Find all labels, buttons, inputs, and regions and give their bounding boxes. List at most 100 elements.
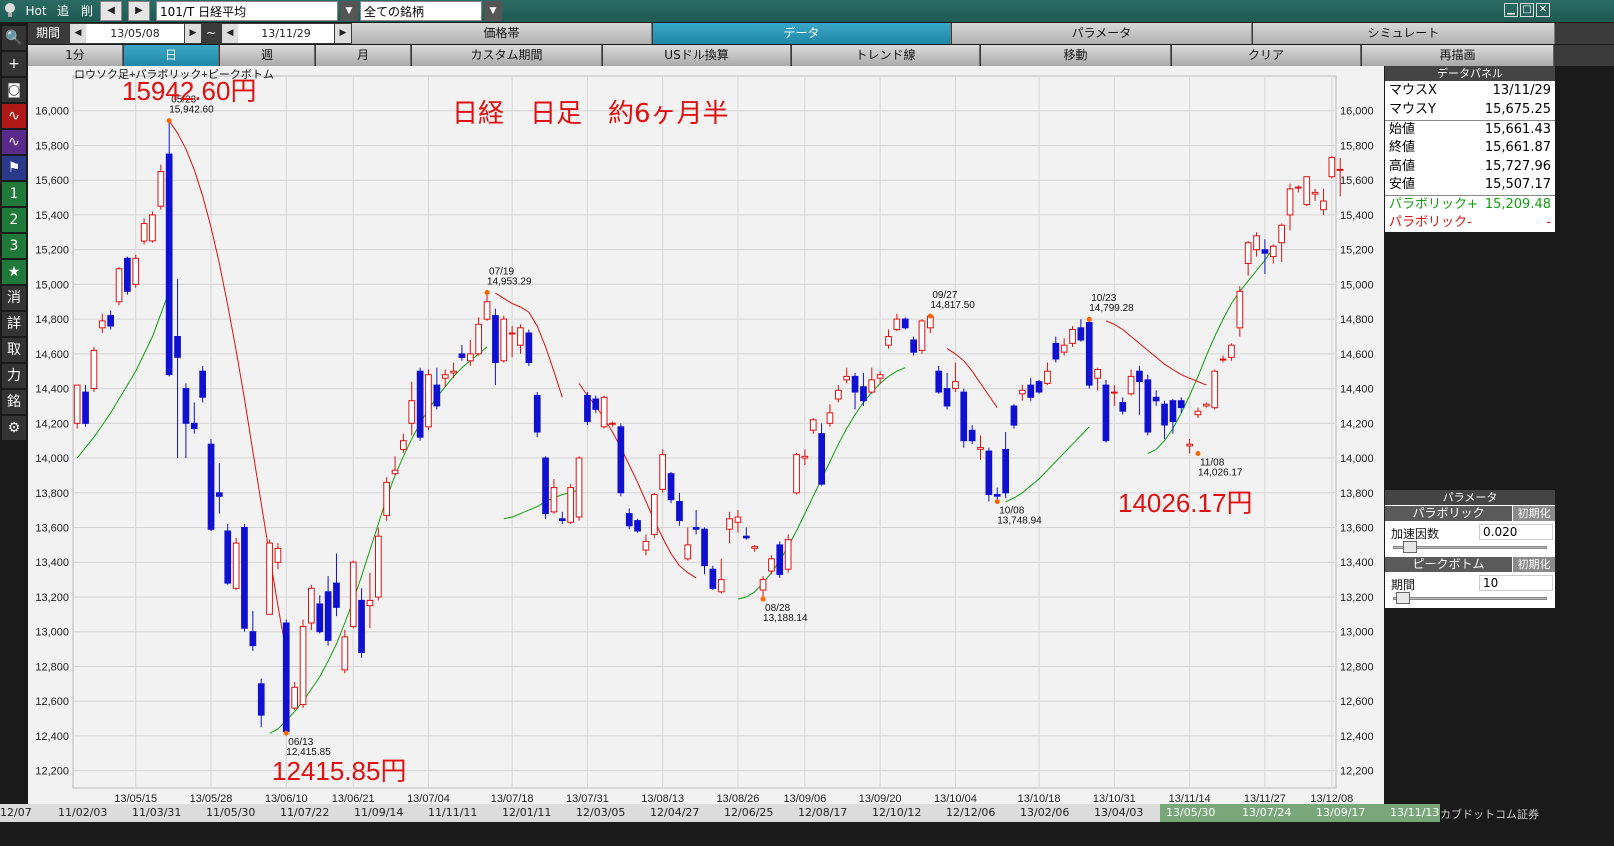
erase-icon[interactable]: 消 [2,286,26,310]
prev-arrow-icon[interactable]: ◀ [100,1,122,21]
tab-price-band[interactable]: 価格帯 [352,23,652,44]
from-next-icon[interactable]: ▶ [185,24,201,43]
candle-body [165,153,173,376]
to-date-field[interactable]: 13/11/29 [238,24,334,43]
take-icon[interactable]: 取 [2,338,26,362]
filter-dropdown-icon[interactable]: ▼ [484,1,502,21]
from-date-field[interactable]: 13/05/08 [86,24,184,43]
lightbulb-icon[interactable] [2,1,18,21]
candle-body [634,520,641,532]
preset-3-icon[interactable]: 3 [2,234,26,258]
peak-marker [927,313,933,319]
next-arrow-icon[interactable]: ▶ [128,1,150,21]
symbol-field[interactable]: 101/T 日経平均 [156,1,338,21]
power-icon[interactable]: 力 [2,364,26,388]
period-param-field[interactable]: 10 [1479,575,1553,591]
trendline-button[interactable]: トレンド線 [792,45,980,66]
accel-factor-field[interactable]: 0.020 [1479,524,1553,540]
maximize-icon[interactable]: □ [1520,3,1534,17]
x-tick-label: 13/07/04 [407,793,450,804]
from-prev-icon[interactable]: ◀ [70,24,86,43]
add-button[interactable]: 追 [52,1,74,21]
star-icon[interactable]: ★ [2,260,26,284]
candle-body [1127,375,1135,395]
candle-body [82,391,89,424]
tab-data[interactable]: データ [653,23,951,44]
to-next-icon[interactable]: ▶ [335,24,351,43]
filter-field[interactable]: 全ての銘柄 [360,1,482,21]
candle-body [692,527,700,530]
candle-body [943,388,951,407]
x-tick-label: 13/07/31 [566,793,609,804]
y-tick-label-left: 13,000 [35,627,69,639]
preset-1-icon[interactable]: 1 [2,182,26,206]
y-tick-label-left: 16,000 [35,106,69,118]
parabolic-reset-button[interactable]: 初期化 [1513,506,1555,521]
candle-body [124,257,131,292]
usd-convert-button[interactable]: USドル換算 [603,45,791,66]
peak-marker [760,596,766,602]
tab-parameter[interactable]: パラメータ [952,23,1252,44]
overview-timeline[interactable]: 12/07 11/02/03 11/03/31 11/05/30 11/07/22 11/… [0,804,1440,822]
detail-icon[interactable]: 詳 [2,312,26,336]
peak-value-label: 14,026.17 [1198,468,1243,479]
redraw-button[interactable]: 再描画 [1362,45,1554,66]
hot-button[interactable]: Hot [22,1,50,21]
candle-body [1278,224,1286,244]
candle-body [559,518,566,521]
candle-body [584,395,591,422]
stock-icon[interactable]: 銘 [2,390,26,414]
period-bar: 期間 ◀ 13/05/08 ▶ ~ ◀ 13/11/29 ▶ 価格帯 データ パ… [0,23,1614,44]
period-param-label: 期間 [1391,578,1416,592]
timeline-label: 13/02/06 [1020,806,1070,819]
minimize-icon[interactable]: ▁ [1504,3,1518,17]
y-tick-label-left: 15,800 [35,140,69,152]
clear-button[interactable]: クリア [1172,45,1361,66]
data-panel: データパネル マウスX 13/11/29 マウスY 15,675.25 始値 15,6… [1385,66,1555,232]
delete-button[interactable]: 削 [76,1,98,21]
y-tick-label-right: 15,200 [1340,245,1374,257]
gear-icon[interactable]: ⚙ [2,416,26,440]
candlestick-chart[interactable]: 12,200 12,200 12,400 12,400 12,600 12,600 12,8… [28,66,1384,804]
tab-simulate[interactable]: シミュレート [1253,23,1555,44]
tab-weekly[interactable]: 週 [220,45,315,66]
x-tick-label: 13/09/20 [859,793,902,804]
candle-body [266,542,273,615]
symbol-dropdown-icon[interactable]: ▼ [340,1,358,21]
candle-body [592,398,600,410]
flag-icon[interactable]: ⚑ [2,156,26,180]
timeline-label: 11/05/30 [206,806,256,819]
candle-body [475,323,482,355]
tab-daily[interactable]: 日 [124,45,219,66]
candle-body [1144,379,1152,433]
timeline-label: 13/07/24 [1242,806,1292,819]
candle-body [818,433,825,485]
y-tick-label-right: 13,800 [1340,488,1374,500]
accel-factor-label: 加速因数 [1391,527,1440,541]
candle-body [1194,410,1202,416]
to-prev-icon[interactable]: ◀ [222,24,238,43]
camera-icon[interactable]: ◙ [2,78,26,102]
peak-bottom-reset-button[interactable]: 初期化 [1513,557,1555,572]
plus-icon[interactable]: + [2,52,26,76]
tab-custom-period[interactable]: カスタム期間 [412,45,602,66]
tab-monthly[interactable]: 月 [316,45,411,66]
top-toolbar: Hot 追 削 ◀ ▶ 101/T 日経平均 ▼ 全ての銘柄 ▼ ▁ □ ✕ [0,0,1614,22]
candle-body [851,375,859,393]
search-icon[interactable]: 🔍 [2,26,26,50]
candle-chart-icon[interactable]: ∿ [2,104,26,128]
brand-label: カブドットコム証券 [1440,808,1539,821]
candle-body [625,513,633,527]
close-icon[interactable]: ✕ [1536,3,1550,17]
period-param-slider[interactable] [1393,597,1547,600]
accel-factor-slider-thumb[interactable] [1402,541,1417,553]
chart-area[interactable]: 12,200 12,200 12,400 12,400 12,600 12,600 12,8… [28,66,1384,804]
tab-1min[interactable]: 1分 [28,45,123,66]
candle-body [115,268,123,303]
line-chart-icon[interactable]: ∿ [2,130,26,154]
period-param-slider-thumb[interactable] [1395,592,1410,604]
move-button[interactable]: 移動 [981,45,1171,66]
candle-body [232,542,240,589]
candle-body [952,381,959,390]
preset-2-icon[interactable]: 2 [2,208,26,232]
